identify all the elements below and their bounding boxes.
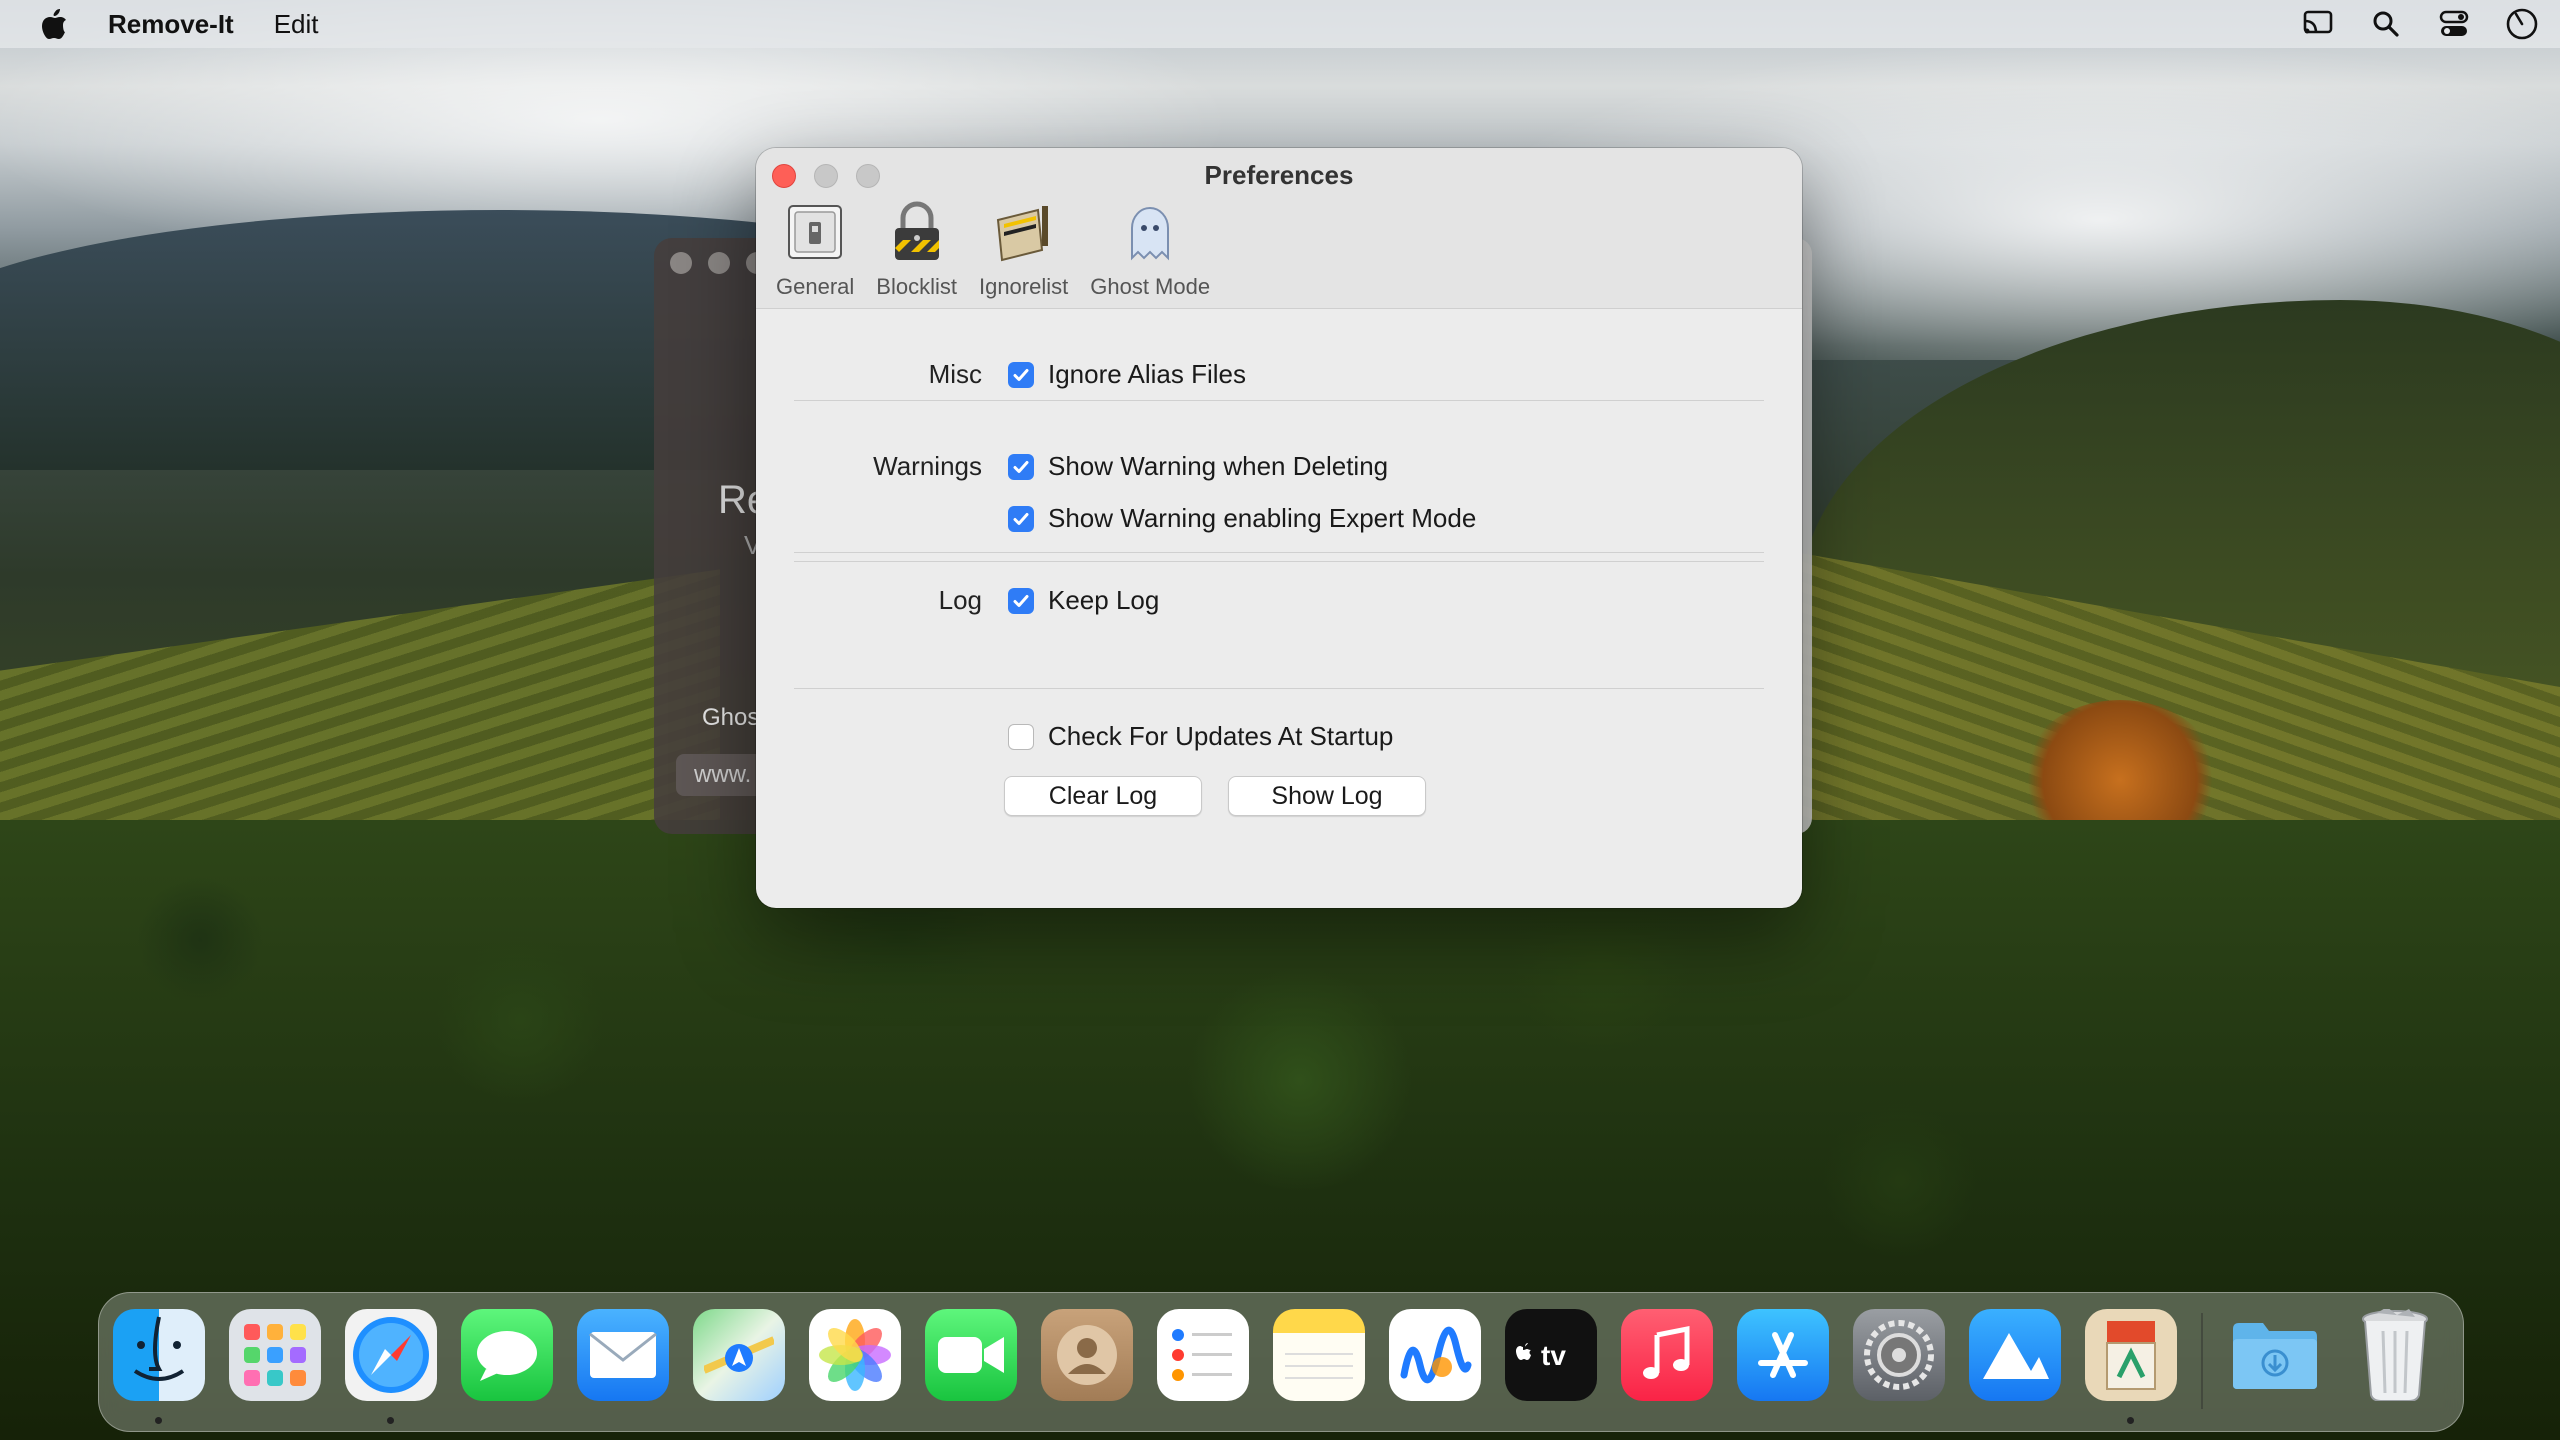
running-indicator: [387, 1417, 394, 1424]
checkbox-checked[interactable]: [1008, 505, 1034, 532]
checkbox-checked[interactable]: [1008, 361, 1034, 388]
checkbox-checked[interactable]: [1008, 453, 1034, 480]
downloads-folder-icon[interactable]: [2229, 1309, 2321, 1401]
remove-it-app-icon[interactable]: [1969, 1309, 2061, 1401]
spotlight-search-icon[interactable]: [2368, 6, 2404, 42]
freeform-icon[interactable]: [1389, 1309, 1481, 1401]
tab-ghost-mode[interactable]: Ghost Mode: [1084, 200, 1216, 300]
switch-icon: [783, 200, 847, 264]
folder-icon: [992, 200, 1056, 264]
section-label-log: Log: [938, 585, 982, 615]
divider: [794, 561, 1764, 562]
svg-text:tv: tv: [1541, 1340, 1566, 1371]
minimize-button[interactable]: [708, 252, 730, 274]
show-log-button[interactable]: Show Log: [1228, 776, 1426, 816]
launchpad-icon[interactable]: [229, 1309, 321, 1401]
check-updates-checkbox[interactable]: Check For Updates At Startup: [1008, 721, 1393, 752]
ghost-mode-fragment: Ghos: [702, 704, 760, 731]
dock: tv: [98, 1292, 2464, 1432]
keep-log-checkbox[interactable]: Keep Log: [1008, 585, 1159, 616]
warn-expert-checkbox[interactable]: Show Warning enabling Expert Mode: [1008, 503, 1476, 534]
contacts-icon[interactable]: [1041, 1309, 1133, 1401]
ignore-alias-label: Ignore Alias Files: [1048, 359, 1246, 389]
checkbox-unchecked[interactable]: [1008, 723, 1034, 750]
close-button[interactable]: [670, 252, 692, 274]
warn-expert-label: Show Warning enabling Expert Mode: [1048, 503, 1477, 533]
check-updates-label: Check For Updates At Startup: [1048, 721, 1394, 751]
tab-ghost-mode-label: Ghost Mode: [1090, 274, 1211, 299]
messages-icon[interactable]: [461, 1309, 553, 1401]
window-title: Preferences: [1204, 160, 1354, 190]
app-store-icon[interactable]: [1737, 1309, 1829, 1401]
padlock-icon: [885, 200, 949, 264]
maps-icon[interactable]: [693, 1309, 785, 1401]
running-indicator: [155, 1417, 162, 1424]
menu-edit[interactable]: Edit: [274, 9, 319, 40]
facetime-icon[interactable]: [925, 1309, 1017, 1401]
tab-general-label: General: [776, 274, 855, 299]
warn-delete-label: Show Warning when Deleting: [1048, 451, 1389, 481]
menu-bar: Remove-It Edit: [0, 0, 2560, 48]
trash-icon[interactable]: [2349, 1309, 2441, 1401]
control-center-icon[interactable]: [2436, 6, 2472, 42]
dock-separator: [2201, 1313, 2203, 1409]
tab-ignorelist[interactable]: Ignorelist: [973, 200, 1074, 300]
clock-icon[interactable]: [2504, 6, 2540, 42]
photos-icon[interactable]: [809, 1309, 901, 1401]
status-area: [2300, 0, 2540, 48]
mail-icon[interactable]: [577, 1309, 669, 1401]
archive-utility-icon[interactable]: [2085, 1309, 2177, 1401]
section-label-warnings: Warnings: [873, 451, 982, 481]
traffic-lights-inactive: [670, 252, 768, 274]
keep-log-label: Keep Log: [1048, 585, 1160, 615]
divider-warnings: [794, 552, 1764, 553]
running-indicator: [2127, 1417, 2134, 1424]
preferences-window: Preferences General Blocklist Ignorelist…: [756, 148, 1802, 908]
warn-delete-checkbox[interactable]: Show Warning when Deleting: [1008, 451, 1388, 482]
divider-misc: [794, 400, 1764, 401]
cast-icon[interactable]: [2300, 6, 2336, 42]
system-settings-icon[interactable]: [1853, 1309, 1945, 1401]
checkbox-checked[interactable]: [1008, 587, 1034, 614]
tab-ignorelist-label: Ignorelist: [978, 274, 1069, 299]
section-label-misc: Misc: [928, 359, 982, 389]
finder-icon[interactable]: [113, 1309, 205, 1401]
notes-icon[interactable]: [1273, 1309, 1365, 1401]
title-bar: Preferences General Blocklist Ignorelist…: [756, 148, 1802, 309]
apple-tv-icon[interactable]: tv: [1505, 1309, 1597, 1401]
tab-blocklist-label: Blocklist: [876, 274, 957, 299]
tab-blocklist[interactable]: Blocklist: [870, 200, 963, 300]
preferences-toolbar: General Blocklist Ignorelist Ghost Mode: [770, 200, 1216, 300]
apple-menu-icon[interactable]: [40, 9, 70, 39]
safari-icon[interactable]: [345, 1309, 437, 1401]
tab-general[interactable]: General: [770, 200, 860, 300]
music-icon[interactable]: [1621, 1309, 1713, 1401]
ghost-icon: [1118, 200, 1182, 264]
reminders-icon[interactable]: [1157, 1309, 1249, 1401]
ignore-alias-checkbox[interactable]: Ignore Alias Files: [1008, 359, 1246, 390]
clear-log-button[interactable]: Clear Log: [1004, 776, 1202, 816]
app-menu-remove-it[interactable]: Remove-It: [108, 9, 234, 40]
divider-log: [794, 688, 1764, 689]
